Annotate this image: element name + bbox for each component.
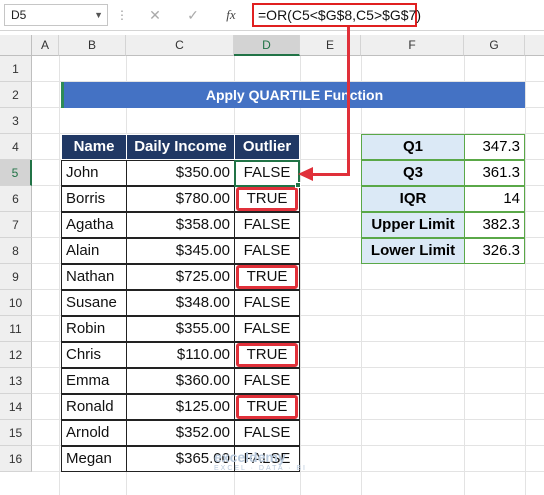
quartile-value[interactable]: 14 [464,186,525,212]
quartile-value[interactable]: 347.3 [464,134,525,160]
row-header-8[interactable]: 8 [0,238,32,264]
watermark-tagline: EXCEL · DATA · BI [214,465,307,472]
cell-name[interactable]: Arnold [61,420,127,446]
formula-input[interactable]: =OR(C5<$G$8,C5>$G$7) [252,3,421,27]
cell-name[interactable]: John [61,160,127,186]
quartile-label[interactable]: Lower Limit [361,238,465,264]
cell-name[interactable]: Agatha [61,212,127,238]
row-header-4[interactable]: 4 [0,134,32,160]
row-header-16[interactable]: 16 [0,446,32,472]
row-header-13[interactable]: 13 [0,368,32,394]
cell-daily-income[interactable]: $110.00 [126,342,235,368]
quartile-value[interactable]: 382.3 [464,212,525,238]
column-header-blank [525,35,544,56]
chevron-down-icon[interactable]: ▼ [94,5,103,25]
cell-name[interactable]: Megan [61,446,127,472]
quartile-value[interactable]: 361.3 [464,160,525,186]
header-outlier: Outlier [234,134,300,160]
cell-outlier[interactable]: FALSE [234,368,300,394]
quartile-label[interactable]: Upper Limit [361,212,465,238]
column-header-f[interactable]: F [361,35,464,56]
row-header-3[interactable]: 3 [0,108,32,134]
row-header-15[interactable]: 15 [0,420,32,446]
cell-daily-income[interactable]: $725.00 [126,264,235,290]
cell-name[interactable]: Borris [61,186,127,212]
cell-daily-income[interactable]: $358.00 [126,212,235,238]
cell-daily-income[interactable]: $780.00 [126,186,235,212]
cell-name[interactable]: Robin [61,316,127,342]
cell-daily-income[interactable]: $345.00 [126,238,235,264]
cell-name[interactable]: Emma [61,368,127,394]
cancel-icon[interactable]: ✕ [146,6,164,24]
cell-daily-income[interactable]: $360.00 [126,368,235,394]
cell-name[interactable]: Ronald [61,394,127,420]
outlier-highlight-box [236,265,298,289]
row-header-7[interactable]: 7 [0,212,32,238]
callout-line-vertical [347,27,350,176]
outlier-highlight-box [236,187,298,211]
row-header-6[interactable]: 6 [0,186,32,212]
cell-outlier[interactable]: FALSE [234,238,300,264]
enter-icon[interactable]: ✓ [184,6,202,24]
fill-handle[interactable] [295,182,301,188]
drag-handle-icon[interactable]: ⋮ [116,6,128,24]
row-header-14[interactable]: 14 [0,394,32,420]
quartile-label[interactable]: Q3 [361,160,465,186]
row-header-1[interactable]: 1 [0,56,32,82]
header-daily-income: Daily Income [126,134,235,160]
row-header-5[interactable]: 5 [0,160,32,186]
quartile-label[interactable]: IQR [361,186,465,212]
column-header-b[interactable]: B [59,35,126,56]
quartile-value[interactable]: 326.3 [464,238,525,264]
header-name: Name [61,134,127,160]
outlier-highlight-box [236,395,298,419]
row-header-10[interactable]: 10 [0,290,32,316]
cell-outlier[interactable]: FALSE [234,420,300,446]
cell-outlier[interactable]: FALSE [234,212,300,238]
cell-daily-income[interactable]: $348.00 [126,290,235,316]
column-header-a[interactable]: A [32,35,59,56]
cell-name[interactable]: Nathan [61,264,127,290]
quartile-label[interactable]: Q1 [361,134,465,160]
column-header-c[interactable]: C [126,35,234,56]
insert-function-icon[interactable]: fx [222,6,240,24]
row-header-12[interactable]: 12 [0,342,32,368]
row-header-11[interactable]: 11 [0,316,32,342]
cell-name[interactable]: Alain [61,238,127,264]
row-header-2[interactable]: 2 [0,82,32,108]
banner-title: Apply QUARTILE Function [61,82,525,108]
cell-daily-income[interactable]: $355.00 [126,316,235,342]
watermark-logo: exceldemy EXCEL · DATA · BI [214,449,307,472]
cell-daily-income[interactable]: $125.00 [126,394,235,420]
column-header-e[interactable]: E [300,35,361,56]
name-box[interactable]: D5 ▼ [4,4,108,26]
cell-daily-income[interactable]: $352.00 [126,420,235,446]
outlier-highlight-box [236,343,298,367]
watermark-brand: exceldemy [214,449,286,465]
cell-outlier[interactable]: FALSE [234,316,300,342]
callout-line-horizontal [312,173,350,176]
cell-name[interactable]: Chris [61,342,127,368]
active-cell-selection[interactable] [234,160,300,187]
formula-bar: D5 ▼ ⋮ ✕ ✓ fx =OR(C5<$G$8,C5>$G$7) [0,0,544,31]
name-box-value: D5 [11,8,27,22]
column-header-d[interactable]: D [234,35,300,56]
cell-name[interactable]: Susane [61,290,127,316]
column-header-g[interactable]: G [464,35,525,56]
cell-daily-income[interactable]: $350.00 [126,160,235,186]
select-all-corner[interactable] [0,35,32,56]
arrow-left-icon [298,167,313,181]
row-header-9[interactable]: 9 [0,264,32,290]
cell-outlier[interactable]: FALSE [234,290,300,316]
